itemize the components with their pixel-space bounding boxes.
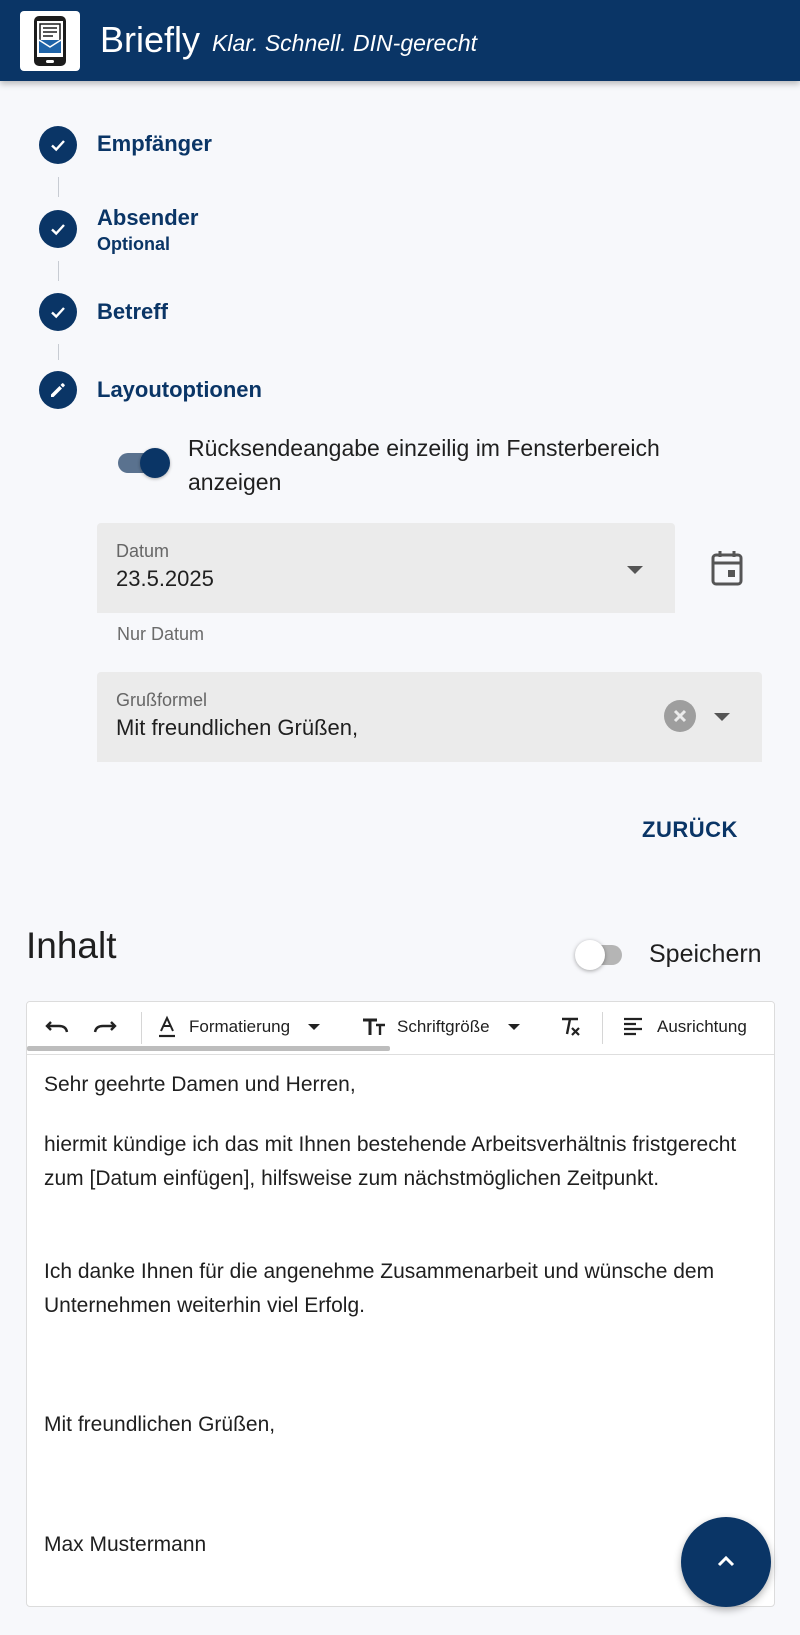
toolbar-divider [141,1012,142,1044]
return-address-toggle-label: Rücksendeangabe einzeilig im Fensterbere… [188,435,660,495]
step-connector [58,344,59,360]
step-label-empfaenger[interactable]: Empfänger [97,130,212,158]
date-field-hint: Nur Datum [117,624,205,644]
app-tagline: Klar. Schnell. DIN-gerecht [212,30,478,56]
clear-format-icon[interactable] [557,1002,583,1052]
app-title: Briefly [100,19,201,60]
paragraph: Max Mustermann [44,1533,207,1556]
app-bar: Briefly Klar. Schnell. DIN-gerecht [0,0,800,81]
rich-text-editor[interactable]: Formatierung Schriftgröße Ausrichtung Se… [26,1001,775,1607]
paragraph: hiermit kündige ich das mit Ihnen besteh… [44,1133,737,1190]
chevron-down-icon [714,713,730,721]
section-title-inhalt: Inhalt [26,925,117,966]
scroll-to-top-button[interactable] [681,1517,771,1607]
back-button[interactable]: ZURÜCK [630,808,750,852]
text-format-icon [159,1015,175,1038]
chevron-down-icon [308,1024,321,1030]
toggle-thumb [140,448,170,478]
toolbar-scrollbar[interactable] [27,1046,390,1051]
date-field-value: 23.5.2025 [116,566,214,591]
formatting-dropdown[interactable]: Formatierung [155,1002,321,1052]
closing-field-value: Mit freundlichen Grüßen, [116,715,359,740]
undo-icon[interactable] [43,1002,71,1052]
step-connector [58,177,59,197]
paragraph: Mit freundlichen Grüßen, [44,1413,276,1436]
chevron-down-icon [627,566,643,574]
step-label-absender[interactable]: Absender [97,204,198,232]
alignment-dropdown[interactable]: Ausrichtung [621,1002,747,1052]
toolbar-divider [602,1012,603,1044]
step-layoutoptionen-pencil-icon[interactable] [39,371,77,409]
date-field-label: Datum [116,541,170,561]
paragraph: Ich danke Ihnen für die angenehme Zusamm… [44,1260,715,1317]
step-betreff-check-icon[interactable] [39,293,77,331]
formatting-label: Formatierung [189,1017,291,1036]
chevron-down-icon [507,1024,520,1030]
paragraph: Sehr geehrte Damen und Herren, [44,1073,356,1096]
step-sublabel-optional: Optional [97,234,170,254]
font-size-dropdown[interactable]: Schriftgröße [361,1002,520,1052]
closing-field-label: Grußformel [116,690,208,710]
date-select-field[interactable]: Datum 23.5.2025 [97,523,675,613]
font-size-label: Schriftgröße [397,1017,490,1036]
align-left-icon [624,1017,642,1036]
toggle-thumb [575,940,605,970]
step-connector [58,261,59,281]
step-empfaenger-check-icon[interactable] [39,126,77,164]
app-logo-icon[interactable] [20,11,80,71]
step-label-betreff[interactable]: Betreff [97,298,168,326]
step-label-layoutoptionen[interactable]: Layoutoptionen [97,376,262,404]
step-absender-check-icon[interactable] [39,210,77,248]
editor-toolbar: Formatierung Schriftgröße Ausrichtung [27,1002,774,1055]
closing-select-field[interactable]: Grußformel Mit freundlichen Grüßen, [97,672,762,762]
alignment-label: Ausrichtung [657,1017,747,1036]
chevron-up-icon [717,1555,735,1567]
redo-icon[interactable] [91,1002,119,1052]
calendar-icon[interactable] [710,549,746,592]
save-toggle-label: Speichern [649,940,762,968]
clear-icon[interactable] [664,700,696,732]
font-size-icon [363,1018,385,1035]
